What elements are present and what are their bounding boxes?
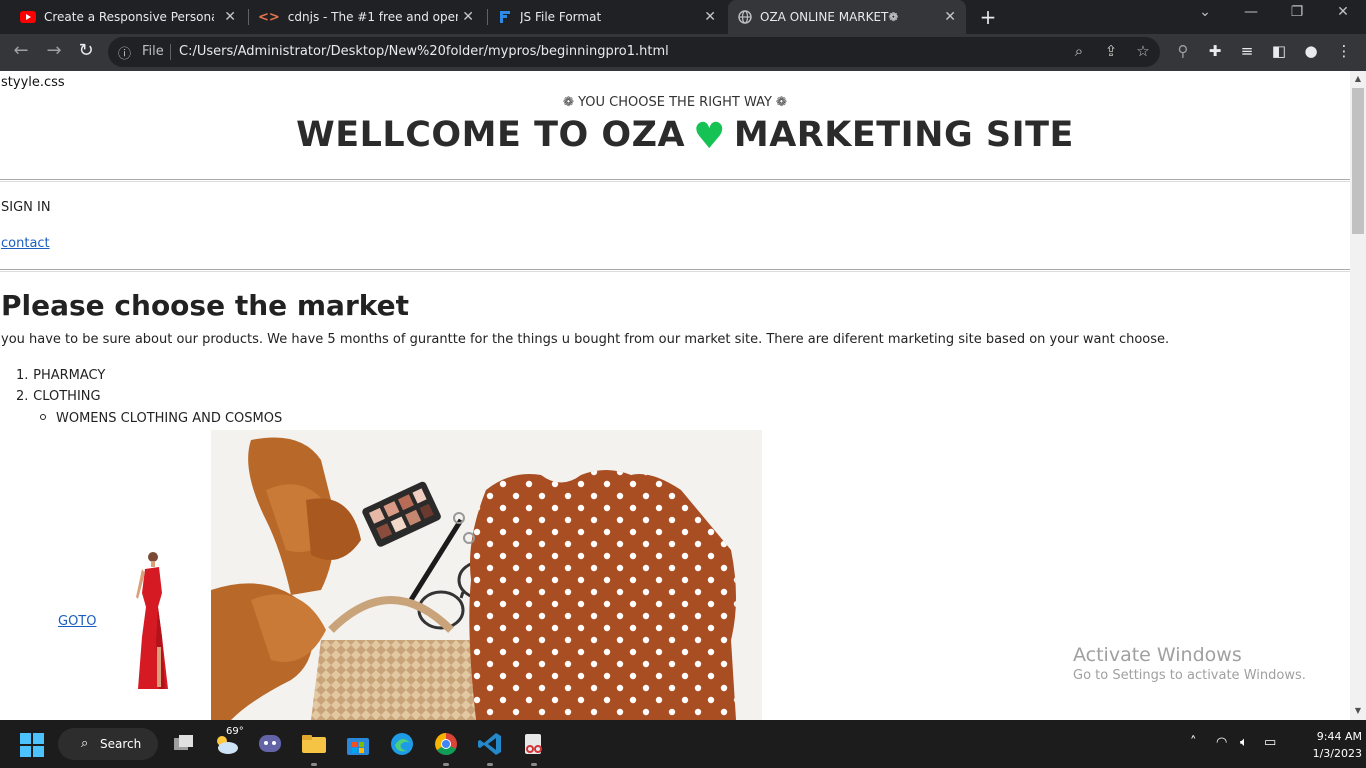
divider [0,179,1350,182]
window-close-icon[interactable]: ✕ [1320,4,1366,20]
back-icon[interactable]: ← [8,40,34,61]
stylesheet-text: styyle.css [1,75,65,90]
microsoft-store-icon[interactable] [344,730,372,758]
heart-icon: ♥ [693,116,726,157]
tab-separator [487,9,488,25]
forward-icon[interactable]: → [41,40,67,61]
code-icon: <> [258,9,280,25]
media-queue-icon[interactable]: ≡ [1237,42,1257,60]
windows-start-icon[interactable] [20,733,44,757]
tab-js-file-format[interactable]: JS File Format ✕ [490,0,726,34]
flag-icon [500,11,510,23]
menu-kebab-icon[interactable]: ⋮ [1334,42,1354,60]
tab-title: JS File Format [520,10,602,24]
search-icon: ⌕ [81,736,89,751]
clock-time: 9:44 AM [1316,730,1362,743]
tab-oza-market[interactable]: OZA ONLINE MARKET❁ ✕ [728,0,966,34]
system-clock[interactable]: 9:44 AM 1/3/2023 [1286,728,1362,762]
close-icon[interactable]: ✕ [704,9,716,25]
snipping-tool-icon[interactable] [520,730,548,758]
red-dress-image[interactable] [128,547,176,697]
browser-toolbar: ← → ↻ ⓘ File C:/Users/Administrator/Desk… [0,34,1366,71]
sub-list-item: WOMENS CLOTHING AND COSMOS [40,411,282,426]
tab-strip: Create a Responsive Personal Por ✕ <> cd… [0,0,1366,34]
new-tab-button[interactable]: + [978,5,998,29]
page-heading: Please choose the market [1,289,409,322]
weather-temperature: 69° [226,726,244,737]
sign-in-text: SIGN IN [1,200,51,215]
page-viewport: styyle.css ❁ YOU CHOOSE THE RIGHT WAY ❁ … [0,71,1350,720]
list-item: 1. PHARMACY [16,368,105,383]
title-part2: MARKETING SITE [733,115,1074,155]
tab-title: Create a Responsive Personal Por [44,10,214,24]
tab-title: OZA ONLINE MARKET❁ [760,10,899,24]
scroll-down-icon[interactable]: ▼ [1352,706,1364,715]
running-indicator [311,763,317,766]
chevron-up-icon[interactable]: ˄ [1190,735,1197,750]
list-number: 2. [16,389,29,404]
sub-list-label: WOMENS CLOTHING AND COSMOS [56,411,283,426]
youtube-icon [20,11,36,23]
circle-bullet-icon [40,414,46,420]
taskbar: ⌕ Search 69° ˄ ◠ 🔈︎ ▭ 9:44 AM 1/3/2023 [0,720,1366,768]
globe-icon [738,10,752,24]
clock-date: 1/3/2023 [1312,747,1362,760]
wifi-icon[interactable]: ◠ [1216,735,1227,750]
volume-icon[interactable]: 🔈︎ [1240,735,1248,750]
divider [0,269,1350,272]
restore-icon[interactable]: ❐ [1274,4,1320,20]
scrollbar-thumb[interactable] [1352,88,1364,234]
fashion-flatlay-image[interactable] [211,430,762,720]
info-icon[interactable]: ⓘ [118,43,131,62]
running-indicator [443,763,449,766]
bookmark-star-icon[interactable]: ☆ [1133,42,1153,60]
list-number: 1. [16,368,29,383]
zoom-icon[interactable]: ⌕ [1069,42,1089,60]
search-label: Search [100,737,142,751]
puzzle-icon[interactable]: ✚ [1205,42,1225,60]
task-view-icon[interactable] [170,730,198,758]
list-label: CLOTHING [33,389,101,404]
minimize-icon[interactable]: — [1228,4,1274,20]
intro-paragraph: you have to be sure about our products. … [1,332,1170,347]
tab-search-icon[interactable]: ⌄ [1182,4,1228,20]
battery-icon[interactable]: ▭ [1264,735,1276,750]
watermark-title: Activate Windows [1073,644,1242,666]
tab-separator [248,9,249,25]
chat-icon[interactable] [256,730,284,758]
close-icon[interactable]: ✕ [462,9,474,25]
vscode-icon[interactable] [476,730,504,758]
omnibox-separator [170,44,171,60]
scroll-up-icon[interactable]: ▲ [1352,74,1364,83]
address-bar[interactable]: ⓘ File C:/Users/Administrator/Desktop/Ne… [108,37,1160,67]
profile-icon[interactable]: ● [1301,42,1321,60]
chrome-icon[interactable] [432,730,460,758]
extension-icon[interactable]: ⚲ [1173,42,1193,60]
tab-title: cdnjs - The #1 free and open sou [287,10,458,24]
side-panel-icon[interactable]: ◧ [1269,42,1289,60]
goto-link[interactable]: GOTO [58,614,96,629]
tab-youtube[interactable]: Create a Responsive Personal Por ✕ [12,0,246,34]
activate-windows-watermark: Activate Windows Go to Settings to activ… [1073,644,1306,683]
reload-icon[interactable]: ↻ [73,40,99,61]
list-item: 2. CLOTHING [16,389,101,404]
tagline: ❁ YOU CHOOSE THE RIGHT WAY ❁ [563,95,787,110]
edge-icon[interactable] [388,730,416,758]
url-text[interactable]: C:/Users/Administrator/Desktop/New%20fol… [179,44,669,59]
share-icon[interactable]: ⇪ [1101,42,1121,60]
watermark-subtitle: Go to Settings to activate Windows. [1073,668,1306,683]
title-part1: WELLCOME TO OZA [296,115,686,155]
close-icon[interactable]: ✕ [944,9,956,25]
tab-cdnjs[interactable]: <> cdnjs - The #1 free and open sou ✕ [250,0,484,34]
close-icon[interactable]: ✕ [224,9,236,25]
scheme-label: File [142,44,164,59]
running-indicator [487,763,493,766]
contact-link[interactable]: contact [1,236,50,251]
list-label: PHARMACY [33,368,106,383]
taskbar-search[interactable]: ⌕ Search [58,728,158,760]
running-indicator [531,763,537,766]
file-explorer-icon[interactable] [300,730,328,758]
site-title: WELLCOME TO OZA ♥ MARKETING SITE [0,115,1350,157]
